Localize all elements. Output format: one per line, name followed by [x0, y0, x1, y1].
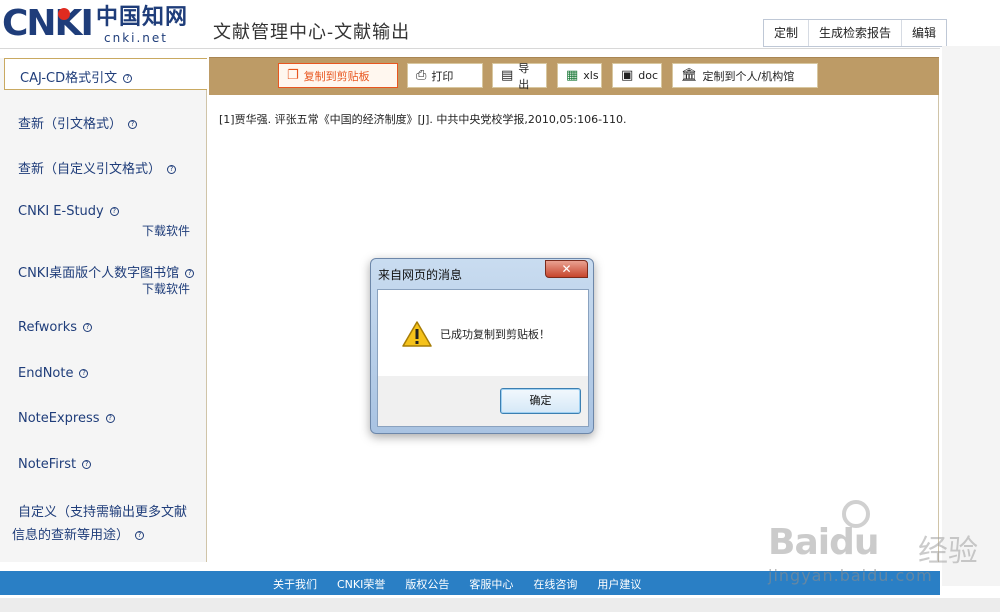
- watermark-jingyan: 经验: [918, 534, 978, 569]
- edit-button[interactable]: 编辑: [902, 20, 946, 46]
- sidebar-item-refworks[interactable]: Refworks?: [18, 320, 93, 335]
- print-button[interactable]: ⎙ 打印: [407, 63, 483, 88]
- sidebar-item-custom-line2[interactable]: 信息的查新等用途）?: [12, 524, 145, 543]
- sidebar-item-noteexpress[interactable]: NoteExpress?: [18, 411, 115, 426]
- header: CNKI 中国知网 cnki.net 文献管理中心-文献输出 定制 生成检索报告…: [0, 0, 1000, 58]
- footer-link-feedback[interactable]: 用户建议: [597, 576, 641, 592]
- sidebar-item-caj-cd[interactable]: CAJ-CD格式引文?: [4, 58, 207, 90]
- custom-library-button[interactable]: 🏛 定制到个人/机构馆: [672, 63, 818, 88]
- help-icon[interactable]: ?: [135, 531, 145, 540]
- sidebar-item-e-study[interactable]: CNKI E-Study?: [18, 204, 119, 219]
- sidebar-item-custom[interactable]: 自定义（支持需输出更多文献: [18, 501, 187, 520]
- help-icon[interactable]: ?: [123, 74, 133, 83]
- export-button[interactable]: ▤ 导出: [492, 62, 547, 91]
- cnki-logo[interactable]: CNKI 中国知网 cnki.net: [2, 4, 190, 46]
- help-icon[interactable]: ?: [83, 323, 93, 332]
- footer-link-copyright[interactable]: 版权公告: [405, 576, 449, 592]
- footer-link-consult[interactable]: 在线咨询: [533, 576, 577, 592]
- sidebar: CAJ-CD格式引文? 查新（引文格式）? 查新（自定义引文格式）? CNKI …: [0, 58, 207, 562]
- sidebar-item-notefirst[interactable]: NoteFirst?: [18, 457, 92, 472]
- watermark-url: jingyan.baidu.com: [768, 566, 933, 585]
- sidebar-item-label: CAJ-CD格式引文?: [20, 67, 133, 86]
- printer-icon: ⎙: [416, 68, 427, 83]
- document-icon: ▤: [501, 68, 514, 83]
- footer-link-service[interactable]: 客服中心: [469, 576, 513, 592]
- copy-to-clipboard-button[interactable]: ❐ 复制到剪贴板: [278, 63, 398, 88]
- help-icon[interactable]: ?: [105, 414, 115, 423]
- footer-link-about[interactable]: 关于我们: [273, 576, 317, 592]
- footer-links: 关于我们 CNKI荣誉 版权公告 客服中心 在线咨询 用户建议: [273, 576, 661, 592]
- logo-chinese-text: 中国知网: [96, 4, 189, 30]
- citation-text[interactable]: [1]贾华强. 评张五常《中国的经济制度》[J]. 中共中央党校学报,2010,…: [219, 111, 627, 127]
- sidebar-item-novelty-citation[interactable]: 查新（引文格式）?: [18, 113, 138, 132]
- library-building-icon: 🏛: [681, 68, 698, 83]
- top-actions: 定制 生成检索报告 编辑: [763, 19, 948, 47]
- sidebar-item-novelty-custom[interactable]: 查新（自定义引文格式）?: [18, 158, 177, 177]
- dialog-body: 已成功复制到剪贴板！ 确定: [377, 289, 589, 427]
- logo-cnki-text: CNKI: [2, 3, 94, 44]
- bottom-band: [0, 598, 1000, 612]
- page-title: 文献管理中心-文献输出: [213, 22, 411, 43]
- warning-icon: [402, 321, 432, 347]
- baidu-jingyan-watermark: Baidu 经验 jingyan.baidu.com: [768, 500, 1000, 590]
- download-software-link[interactable]: 下载软件: [142, 280, 190, 297]
- sidebar-item-desktop-library[interactable]: CNKI桌面版个人数字图书馆?: [18, 262, 195, 281]
- help-icon[interactable]: ?: [109, 207, 119, 216]
- dialog-title: 来自网页的消息: [378, 268, 463, 282]
- download-software-link[interactable]: 下载软件: [142, 222, 190, 239]
- copy-icon: ❐: [287, 68, 299, 83]
- logo-dot-icon: [58, 8, 70, 20]
- customize-button[interactable]: 定制: [764, 20, 810, 46]
- xls-button[interactable]: ▦ xls: [557, 63, 602, 88]
- watermark-brand: Baidu: [768, 522, 879, 563]
- help-icon[interactable]: ?: [167, 165, 177, 174]
- excel-icon: ▦: [566, 68, 579, 83]
- save-disk-icon: ▣: [621, 68, 634, 83]
- paw-icon: [842, 500, 870, 528]
- generate-report-button[interactable]: 生成检索报告: [809, 20, 903, 46]
- alert-dialog: 来自网页的消息 ✕ 已成功复制到剪贴板！ 确定: [370, 258, 594, 434]
- logo-domain-text: cnki.net: [104, 31, 168, 45]
- dialog-message: 已成功复制到剪贴板！: [440, 328, 550, 341]
- doc-button[interactable]: ▣ doc: [612, 63, 662, 88]
- help-icon[interactable]: ?: [128, 120, 138, 129]
- help-icon[interactable]: ?: [185, 269, 195, 278]
- sidebar-item-endnote[interactable]: EndNote?: [18, 366, 89, 381]
- ok-button[interactable]: 确定: [500, 388, 581, 414]
- footer-link-honor[interactable]: CNKI荣誉: [337, 576, 385, 592]
- help-icon[interactable]: ?: [79, 369, 89, 378]
- help-icon[interactable]: ?: [82, 460, 92, 469]
- close-icon[interactable]: ✕: [545, 260, 588, 278]
- header-divider: [0, 48, 940, 49]
- export-toolbar: ❐ 复制到剪贴板 ⎙ 打印 ▤ 导出 ▦ xls ▣ doc 🏛 定制到个人/机构馆: [209, 57, 939, 95]
